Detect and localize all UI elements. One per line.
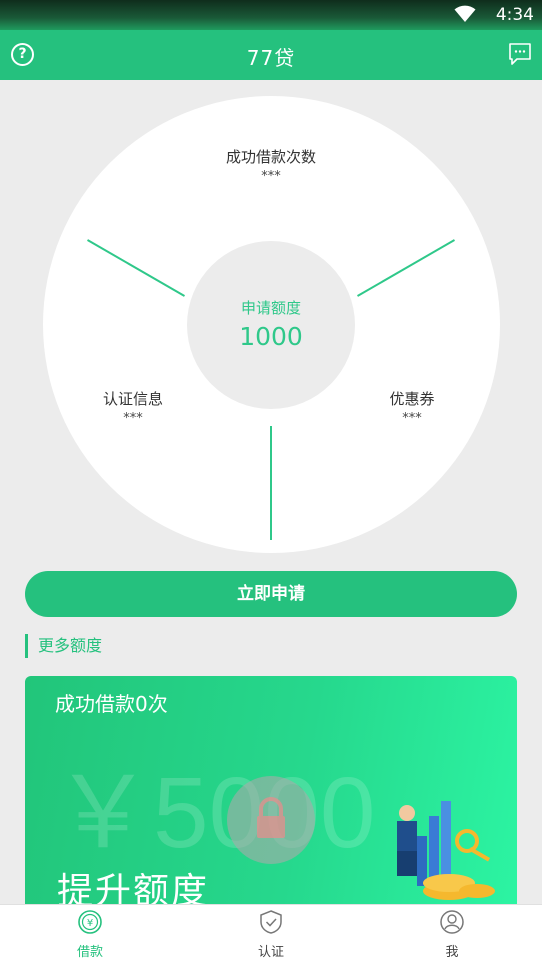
app-bar: ? 77贷: [0, 30, 542, 80]
credit-promo-card[interactable]: 成功借款0次 ￥5000 提升额度: [25, 676, 517, 936]
status-bar: 4:34: [0, 0, 542, 30]
lock-icon: [227, 776, 315, 864]
more-credit-heading: 更多额度: [25, 634, 102, 658]
yuan-coin-icon: ¥: [78, 910, 102, 934]
coupon-value: ***: [402, 411, 422, 426]
wifi-icon: [454, 5, 476, 22]
apply-amount-label: 申请额度: [240, 299, 301, 317]
wheel-divider: [87, 239, 185, 297]
apply-amount-circle: 申请额度 1000: [187, 241, 355, 409]
credit-amount-watermark: ￥5000: [53, 757, 376, 869]
verification-label: 认证信息: [102, 390, 163, 408]
tab-me-label: 我: [445, 945, 459, 960]
apply-amount-value: 1000: [239, 322, 303, 351]
verification-value: ***: [123, 411, 143, 426]
verification-segment[interactable]: 认证信息 ***: [83, 388, 183, 426]
businessman-coins-illustration: [397, 801, 495, 900]
status-time: 4:34: [495, 5, 534, 25]
user-icon: [440, 910, 464, 934]
wheel-divider: [357, 239, 455, 297]
shield-check-icon: [260, 910, 282, 934]
apply-now-button[interactable]: 立即申请: [25, 571, 517, 617]
success-count-segment[interactable]: 成功借款次数 ***: [201, 146, 341, 184]
wheel-divider: [270, 426, 272, 540]
bottom-tab-bar: ¥ 借款 认证 我: [0, 904, 542, 964]
coupon-segment[interactable]: 优惠券 ***: [362, 388, 462, 426]
page-title: 77贷: [246, 46, 296, 70]
tab-verify[interactable]: 认证: [231, 909, 311, 960]
message-icon[interactable]: [508, 42, 532, 66]
tab-borrow-label: 借款: [76, 945, 103, 960]
tab-me[interactable]: 我: [412, 909, 492, 960]
success-count-value: ***: [261, 169, 281, 184]
tab-borrow[interactable]: ¥ 借款: [50, 909, 130, 960]
svg-text:¥: ¥: [87, 918, 93, 929]
coupon-label: 优惠券: [389, 390, 435, 408]
loan-wheel: 成功借款次数 *** 认证信息 *** 优惠券 *** 申请额度 1000: [43, 96, 500, 553]
tab-verify-label: 认证: [257, 945, 284, 960]
success-count-label: 成功借款次数: [225, 148, 316, 166]
loan-count-text: 成功借款0次: [55, 692, 168, 716]
